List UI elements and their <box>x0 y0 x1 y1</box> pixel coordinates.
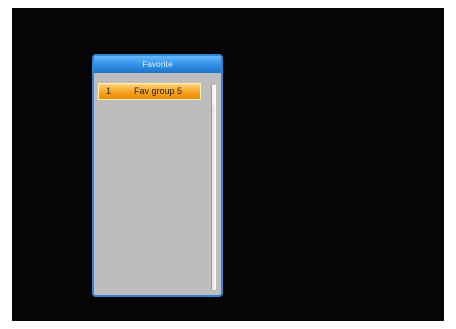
group-name: Fav group 5 <box>134 86 183 96</box>
favorite-group-list: 1 Fav group 5 <box>98 83 207 289</box>
favorite-dialog: Favorite 1 Fav group 5 <box>92 54 223 297</box>
dialog-title: Favorite <box>94 56 221 73</box>
group-number: 1 <box>106 86 112 96</box>
tv-screen: Favorite 1 Fav group 5 <box>12 8 444 321</box>
scrollbar-thumb[interactable] <box>212 85 215 105</box>
favorite-group-item[interactable]: 1 Fav group 5 <box>98 83 201 100</box>
list-scrollbar[interactable] <box>211 85 216 290</box>
